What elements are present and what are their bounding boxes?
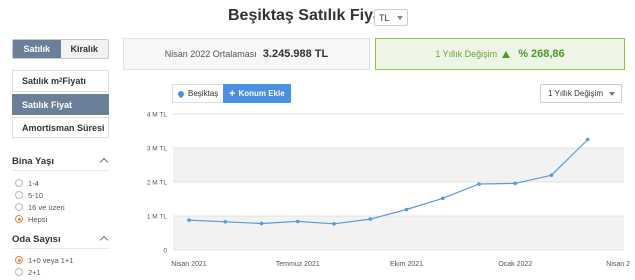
radio-label: Hepsi — [28, 214, 48, 224]
tab-satilik[interactable]: Satılık — [13, 40, 61, 58]
data-point[interactable] — [440, 196, 445, 201]
radio-icon — [15, 179, 23, 187]
chevron-up-icon — [99, 235, 109, 245]
radio-label: 1+0 veya 1+1 — [28, 255, 74, 265]
data-point[interactable] — [295, 219, 300, 224]
data-point[interactable] — [585, 137, 590, 142]
menu-item-label: Satılık m — [22, 76, 60, 86]
price-chart: 0 1 M TL 2 M TL 3 M TL 4 M TL Nisan 2021 Temm… — [147, 112, 630, 269]
period-select[interactable]: 1 Yıllık Değişim — [540, 84, 622, 103]
map-pin-icon — [176, 89, 186, 98]
radio-option[interactable]: 1-4 — [15, 178, 39, 188]
y-tick-label: 3 M TL — [147, 146, 167, 153]
grid-band — [173, 148, 624, 182]
filter-title-text: Oda Sayısı — [12, 234, 61, 245]
period-value: 1 Yıllık Değişim — [548, 89, 603, 98]
radio-label: 16 ve üzeri — [28, 202, 65, 212]
radio-label: 5-10 — [28, 190, 44, 200]
radio-selected-icon — [15, 215, 23, 223]
change-stat-box: 1 Yıllık Değişim % 268,86 — [375, 38, 625, 70]
radio-option[interactable]: 5-10 — [15, 190, 43, 200]
data-point[interactable] — [513, 181, 518, 186]
filter-divider — [12, 170, 109, 171]
y-tick-label: 0 — [163, 248, 167, 255]
data-point[interactable] — [368, 217, 373, 221]
data-point[interactable] — [477, 182, 481, 186]
radio-option[interactable]: Hepsi — [15, 214, 47, 224]
currency-value: TL — [379, 12, 390, 23]
data-point[interactable] — [223, 219, 228, 224]
average-stat-box: Nisan 2022 Ortalaması 3.245.988 TL — [123, 38, 370, 70]
data-point[interactable] — [332, 222, 336, 226]
radio-icon — [15, 191, 23, 199]
change-value: % 268,86 — [518, 48, 565, 60]
plus-icon: + — [229, 87, 236, 100]
change-label: 1 Yıllık Değişim — [435, 49, 498, 59]
data-point[interactable] — [549, 173, 554, 177]
location-tag[interactable]: Beşiktaş — [172, 84, 225, 103]
y-tick-label: 4 M TL — [147, 112, 167, 119]
x-tick-label: Ocak 2022 — [498, 261, 532, 268]
data-point[interactable] — [259, 221, 264, 226]
tab-kiralik[interactable]: Kiralık — [60, 40, 108, 58]
menu-item-sqm-price[interactable]: Satılık m2 Fiyatı — [12, 70, 109, 92]
average-label: Nisan 2022 Ortalaması — [164, 49, 257, 59]
data-point[interactable] — [404, 207, 409, 212]
menu-item-suffix: Fiyatı — [62, 76, 86, 86]
radio-option[interactable]: 2+1 — [15, 267, 41, 277]
page-title: Beşiktaş Satılık Fiyat — [228, 7, 388, 24]
radio-label: 2+1 — [28, 267, 41, 277]
grid-band — [173, 216, 624, 250]
x-tick-label: Nisan 2022 — [606, 261, 630, 268]
add-location-label: Konum Ekle — [238, 89, 285, 98]
x-tick-label: Nisan 2021 — [171, 261, 207, 268]
x-tick-label: Ekim 2021 — [390, 261, 423, 268]
location-tag-label: Beşiktaş — [188, 89, 219, 98]
currency-select[interactable]: TL — [374, 9, 408, 26]
radio-icon — [15, 268, 23, 276]
filter-building-age-title[interactable]: Bina Yaşı — [12, 156, 109, 167]
menu-item-amortization[interactable]: Amortisman Süresi — [12, 117, 109, 138]
radio-icon — [15, 203, 23, 211]
radio-option[interactable]: 1+0 veya 1+1 — [15, 255, 73, 265]
data-point[interactable] — [187, 218, 191, 222]
filter-room-count-title[interactable]: Oda Sayısı — [12, 234, 109, 245]
y-tick-label: 2 M TL — [147, 180, 167, 187]
add-location-button[interactable]: + Konum Ekle — [223, 84, 291, 103]
average-value: 3.245.988 TL — [262, 48, 329, 60]
menu-item-sale-price[interactable]: Satılık Fiyat — [12, 94, 109, 115]
x-tick-label: Temmuz 2021 — [276, 261, 320, 268]
chevron-down-icon — [609, 92, 615, 96]
chevron-down-icon — [397, 16, 403, 20]
listing-type-toggle: Satılık Kiralık — [12, 39, 109, 59]
radio-option[interactable]: 16 ve üzeri — [15, 202, 65, 212]
filter-divider — [12, 248, 109, 249]
chevron-up-icon — [99, 157, 109, 167]
radio-selected-icon — [15, 256, 23, 264]
y-tick-label: 1 M TL — [147, 214, 167, 221]
radio-label: 1-4 — [28, 178, 39, 188]
side-menu: Satılık m2 Fiyatı Satılık Fiyat Amortism… — [12, 70, 109, 140]
filter-title-text: Bina Yaşı — [12, 156, 55, 167]
triangle-up-icon — [502, 50, 511, 58]
